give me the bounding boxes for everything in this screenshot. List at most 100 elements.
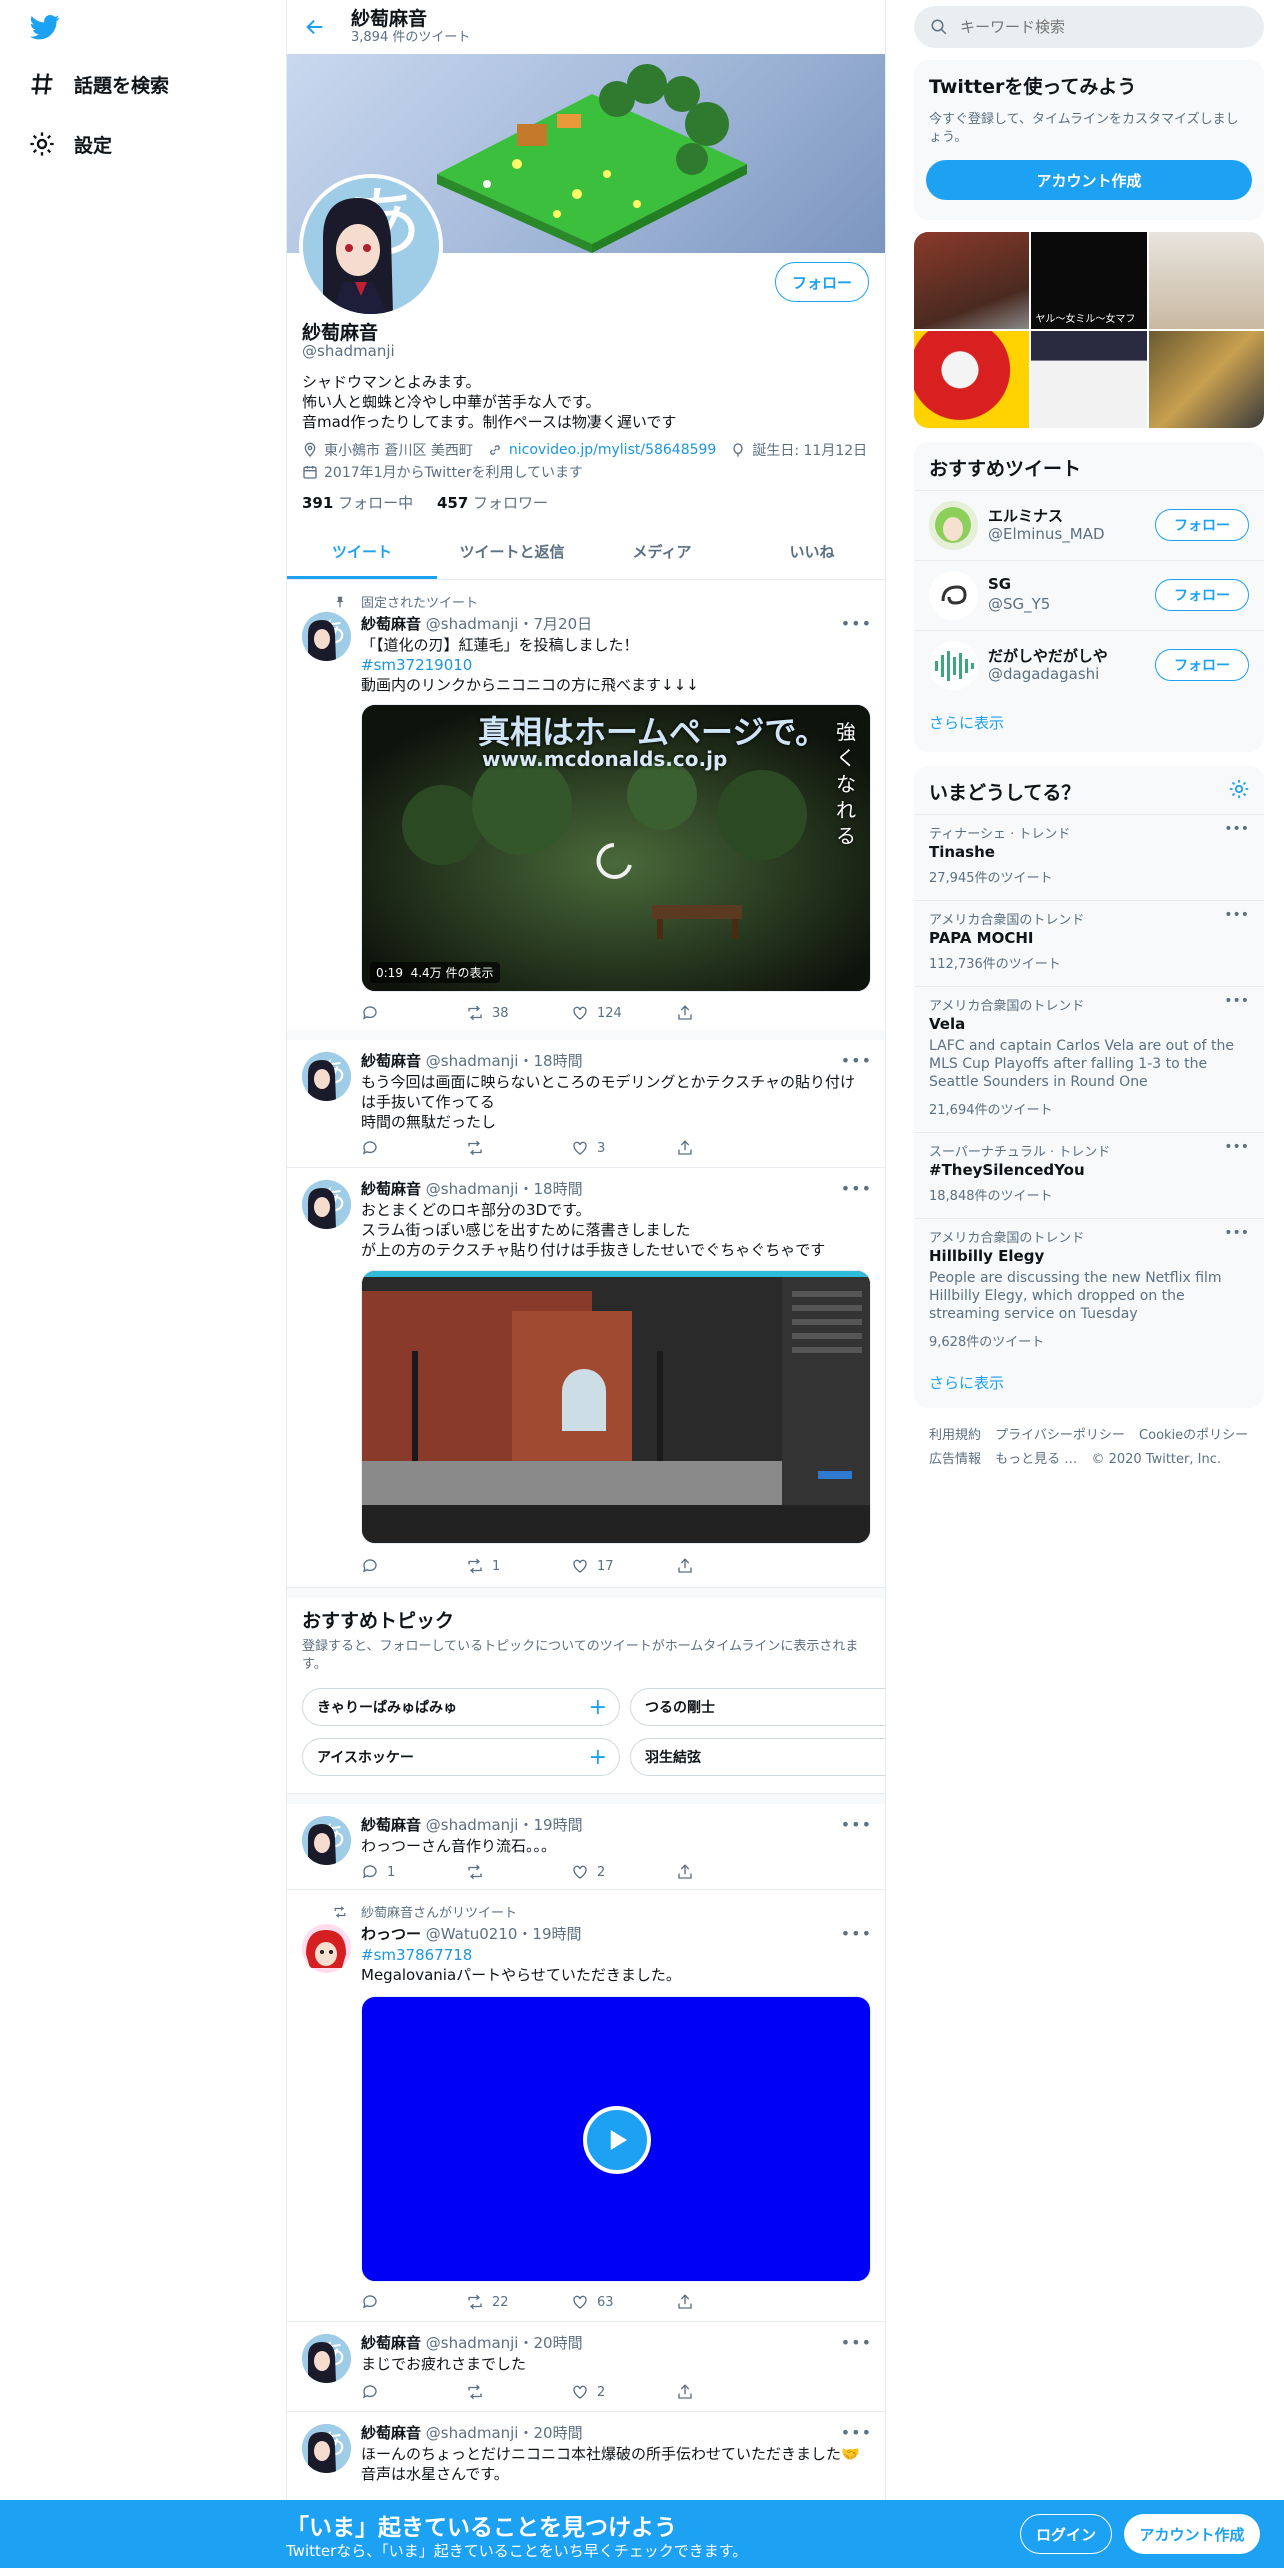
tweet[interactable]: あ 紗萄麻音 @shadmanji・18時間 ••• おとまくどのロキ部分の3D…: [287, 1168, 885, 1588]
tweet-author-name[interactable]: 紗萄麻音: [361, 1180, 421, 1198]
media-thumbnail[interactable]: [914, 331, 1030, 428]
like-button[interactable]: 124: [571, 1003, 676, 1023]
media-thumbnail[interactable]: [1148, 232, 1264, 329]
reply-button[interactable]: [361, 1003, 466, 1023]
tab-tweets-and-replies[interactable]: ツイートと返信: [437, 524, 587, 579]
reply-button[interactable]: [361, 1556, 466, 1576]
show-more-link[interactable]: さらに表示: [929, 712, 1004, 733]
following-link[interactable]: 391 フォロー中: [302, 494, 413, 512]
tweet-avatar[interactable]: あ: [302, 612, 351, 661]
rec-follow-button[interactable]: フォロー: [1155, 649, 1249, 681]
share-button[interactable]: [676, 2382, 781, 2402]
tweet-author-name[interactable]: 紗萄麻音: [361, 2424, 421, 2442]
tweet-avatar[interactable]: あ: [302, 1816, 351, 1865]
tab-media[interactable]: メディア: [587, 524, 737, 579]
profile-website-link[interactable]: nicovideo.jp/mylist/58648599: [509, 442, 716, 458]
share-button[interactable]: [676, 1138, 781, 1158]
reply-button[interactable]: [361, 1138, 466, 1158]
reply-button[interactable]: [361, 2382, 466, 2402]
share-button[interactable]: [676, 1862, 781, 1882]
follow-button[interactable]: フォロー: [775, 262, 869, 302]
more-options-icon[interactable]: •••: [1224, 1139, 1249, 1155]
tweet-video[interactable]: [361, 1996, 871, 2282]
more-options-icon[interactable]: •••: [1224, 993, 1249, 1009]
more-options-icon[interactable]: •••: [841, 2333, 872, 2352]
signup-button[interactable]: アカウント作成: [1124, 2514, 1260, 2554]
tweet-avatar[interactable]: あ: [302, 2334, 351, 2383]
share-button[interactable]: [676, 1003, 781, 1023]
footer-link[interactable]: 利用規約: [929, 1428, 981, 1443]
retweet-button[interactable]: 38: [466, 1003, 571, 1023]
create-account-button[interactable]: アカウント作成: [926, 160, 1252, 200]
topic-pill[interactable]: きゃりーぱみゅぱみゅ +: [302, 1688, 620, 1726]
tweet-hashtag-link[interactable]: #sm37219010: [361, 655, 871, 675]
trend-item[interactable]: スーパーナチュラル · トレンド #TheySilencedYou 18,848…: [914, 1132, 1264, 1218]
like-button[interactable]: 17: [571, 1556, 676, 1576]
tweet-hashtag-link[interactable]: #sm37867718: [361, 1945, 871, 1965]
footer-link[interactable]: プライバシーポリシー: [995, 1428, 1125, 1443]
tweet-author-name[interactable]: 紗萄麻音: [361, 1816, 421, 1834]
recommended-user[interactable]: エルミナス @Elminus_MAD フォロー: [914, 490, 1264, 560]
profile-avatar[interactable]: あ: [299, 174, 443, 318]
topic-pill[interactable]: アイスホッケー +: [302, 1738, 620, 1776]
search-box[interactable]: [914, 6, 1264, 48]
trend-item[interactable]: ティナーシェ · トレンド Tinashe 27,945件のツイート •••: [914, 814, 1264, 900]
recommended-user[interactable]: だがしやだがしや @dagadagashi フォロー: [914, 630, 1264, 700]
like-button[interactable]: 2: [571, 2382, 676, 2402]
tweet-avatar[interactable]: あ: [302, 1052, 351, 1101]
twitter-logo-icon[interactable]: [28, 12, 62, 42]
trend-item[interactable]: アメリカ合衆国のトレンド Vela LAFC and captain Carlo…: [914, 986, 1264, 1132]
retweet-button[interactable]: [466, 1862, 571, 1882]
play-icon[interactable]: [583, 2106, 651, 2174]
tweet[interactable]: あ 紗萄麻音 @shadmanji・20時間 ••• ほーんのちょっとだけニコニ…: [287, 2412, 885, 2512]
rec-follow-button[interactable]: フォロー: [1155, 579, 1249, 611]
rec-follow-button[interactable]: フォロー: [1155, 509, 1249, 541]
tweet-avatar[interactable]: あ: [302, 1180, 351, 1229]
more-options-icon[interactable]: •••: [1224, 821, 1249, 837]
like-button[interactable]: 63: [571, 2292, 676, 2312]
tab-likes[interactable]: いいね: [737, 524, 885, 579]
reply-button[interactable]: 1: [361, 1862, 466, 1882]
retweet-button[interactable]: 1: [466, 1556, 571, 1576]
tweet-avatar[interactable]: [302, 1924, 351, 1973]
plus-icon[interactable]: +: [589, 1745, 607, 1770]
footer-link[interactable]: もっと見る …: [995, 1452, 1077, 1467]
search-input[interactable]: [960, 18, 1240, 36]
trend-item[interactable]: アメリカ合衆国のトレンド PAPA MOCHI 112,736件のツイート ••…: [914, 900, 1264, 986]
reply-button[interactable]: [361, 2292, 466, 2312]
trend-item[interactable]: アメリカ合衆国のトレンド Hillbilly Elegy People are …: [914, 1218, 1264, 1360]
footer-link[interactable]: Cookieのポリシー: [1139, 1428, 1248, 1443]
more-options-icon[interactable]: •••: [841, 1924, 872, 1943]
more-options-icon[interactable]: •••: [841, 614, 872, 633]
back-arrow-icon[interactable]: [297, 9, 333, 45]
tweet[interactable]: あ 紗萄麻音 @shadmanji・20時間 ••• まじでお疲れさまでした 2: [287, 2322, 885, 2412]
footer-link[interactable]: 広告情報: [929, 1452, 981, 1467]
retweet-button[interactable]: [466, 2382, 571, 2402]
tweet-video[interactable]: 真相はホームページで。 www.mcdonalds.co.jp 強くなれる 0:…: [361, 704, 871, 992]
nav-settings[interactable]: 設定: [28, 124, 112, 164]
trends-show-more-link[interactable]: さらに表示: [929, 1372, 1004, 1393]
tweet-image[interactable]: [361, 1270, 871, 1544]
tweet-avatar[interactable]: あ: [302, 2424, 351, 2473]
retweet-button[interactable]: [466, 1138, 571, 1158]
rec-avatar[interactable]: [929, 501, 978, 550]
rec-avatar[interactable]: [929, 571, 978, 620]
media-thumbnail[interactable]: ヤル～女ミル～女マフ: [1031, 232, 1147, 329]
share-button[interactable]: [676, 1556, 781, 1576]
tweet-author-name[interactable]: 紗萄麻音: [361, 1052, 421, 1070]
tweet-retweet[interactable]: 紗萄麻音さんがリツイート わっつー @Watu0210・19時間 ••• #sm…: [287, 1890, 885, 2322]
retweet-button[interactable]: 22: [466, 2292, 571, 2312]
more-options-icon[interactable]: •••: [841, 1815, 872, 1834]
more-options-icon[interactable]: •••: [1224, 1225, 1249, 1241]
share-button[interactable]: [676, 2292, 781, 2312]
more-options-icon[interactable]: •••: [841, 1179, 872, 1198]
plus-icon[interactable]: +: [589, 1695, 607, 1720]
media-thumbnail[interactable]: [914, 232, 1030, 329]
followers-link[interactable]: 457 フォロワー: [437, 494, 548, 512]
topic-pill[interactable]: つるの剛士: [630, 1688, 885, 1726]
like-button[interactable]: 3: [571, 1138, 676, 1158]
tweet-author-name[interactable]: 紗萄麻音: [361, 615, 421, 633]
more-options-icon[interactable]: •••: [1224, 907, 1249, 923]
tweet[interactable]: あ 紗萄麻音 @shadmanji・19時間 ••• わっつーさん音作り流石。。…: [287, 1804, 885, 1890]
tweet-author-name[interactable]: 紗萄麻音: [361, 2334, 421, 2352]
